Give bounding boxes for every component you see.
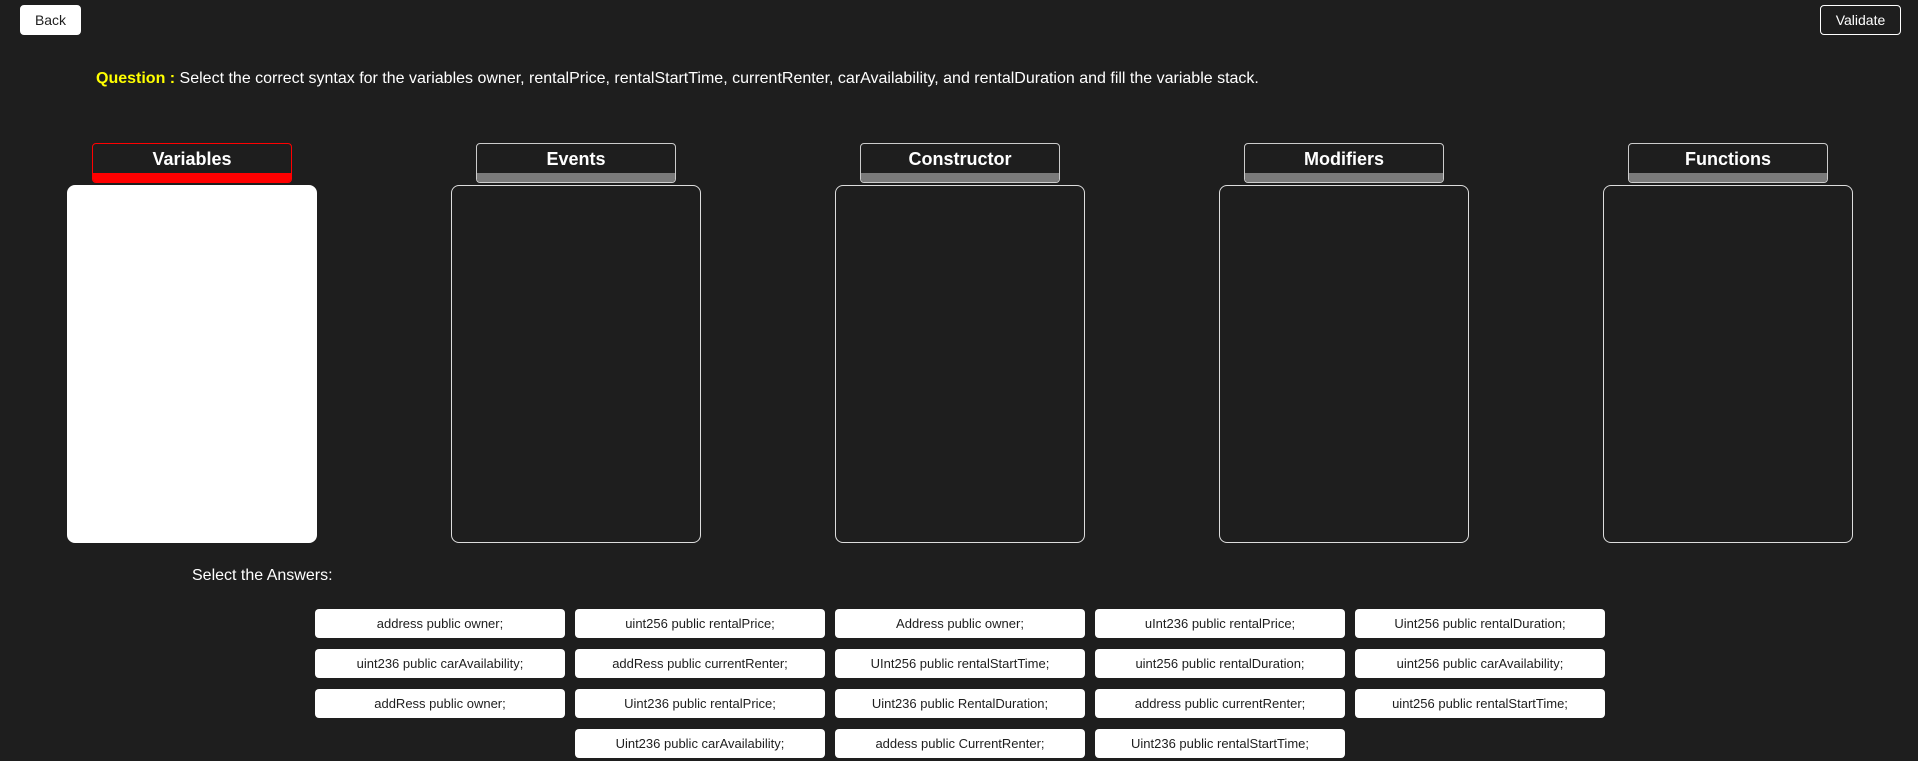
tab-indicator bbox=[93, 173, 291, 182]
tab-indicator bbox=[1629, 173, 1827, 182]
question-prompt: Question : Select the correct syntax for… bbox=[96, 70, 1259, 88]
answer-option[interactable]: uint256 public rentalPrice; bbox=[575, 609, 825, 638]
tab-indicator bbox=[477, 173, 675, 182]
answer-option[interactable]: uint256 public carAvailability; bbox=[1355, 649, 1605, 678]
answer-option[interactable]: uInt236 public rentalPrice; bbox=[1095, 609, 1345, 638]
tab-variables[interactable]: Variables bbox=[92, 143, 292, 183]
answer-option[interactable]: Uint256 public rentalDuration; bbox=[1355, 609, 1605, 638]
answer-option[interactable]: addRess public owner; bbox=[315, 689, 565, 718]
variables-drop-zone[interactable] bbox=[67, 185, 317, 543]
answer-option[interactable]: Address public owner; bbox=[835, 609, 1085, 638]
tab-label: Variables bbox=[152, 148, 232, 169]
tab-functions[interactable]: Functions bbox=[1628, 143, 1828, 183]
answer-option[interactable]: addRess public currentRenter; bbox=[575, 649, 825, 678]
answer-option[interactable]: UInt256 public rentalStartTime; bbox=[835, 649, 1085, 678]
tab-modifiers[interactable]: Modifiers bbox=[1244, 143, 1444, 183]
events-drop-zone[interactable] bbox=[451, 185, 701, 543]
constructor-drop-zone[interactable] bbox=[835, 185, 1085, 543]
answer-option[interactable]: Uint236 public rentalPrice; bbox=[575, 689, 825, 718]
tab-label: Functions bbox=[1685, 148, 1771, 169]
tab-indicator bbox=[1245, 173, 1443, 182]
quiz-page: Back Validate Question : Select the corr… bbox=[0, 0, 1918, 761]
modifiers-drop-zone[interactable] bbox=[1219, 185, 1469, 543]
answer-option[interactable]: Uint236 public rentalStartTime; bbox=[1095, 729, 1345, 758]
answer-option[interactable]: addess public CurrentRenter; bbox=[835, 729, 1085, 758]
functions-drop-zone[interactable] bbox=[1603, 185, 1853, 543]
tab-label: Modifiers bbox=[1303, 148, 1384, 169]
answer-option[interactable]: Uint236 public RentalDuration; bbox=[835, 689, 1085, 718]
question-text: Select the correct syntax for the variab… bbox=[175, 70, 1259, 87]
question-label: Question : bbox=[96, 70, 176, 87]
answer-option[interactable]: uint256 public rentalStartTime; bbox=[1355, 689, 1605, 718]
back-button[interactable]: Back bbox=[20, 5, 81, 35]
tab-label: Events bbox=[546, 148, 606, 169]
validate-button[interactable]: Validate bbox=[1820, 5, 1901, 35]
answer-option[interactable]: uint256 public rentalDuration; bbox=[1095, 649, 1345, 678]
answer-option[interactable]: Uint236 public carAvailability; bbox=[575, 729, 825, 758]
tab-label: Constructor bbox=[908, 148, 1012, 169]
tab-constructor[interactable]: Constructor bbox=[860, 143, 1060, 183]
tab-events[interactable]: Events bbox=[476, 143, 676, 183]
answer-option[interactable]: uint236 public carAvailability; bbox=[315, 649, 565, 678]
tab-indicator bbox=[861, 173, 1059, 182]
answers-heading: Select the Answers: bbox=[192, 567, 333, 584]
answer-option[interactable]: address public owner; bbox=[315, 609, 565, 638]
answer-option[interactable]: address public currentRenter; bbox=[1095, 689, 1345, 718]
